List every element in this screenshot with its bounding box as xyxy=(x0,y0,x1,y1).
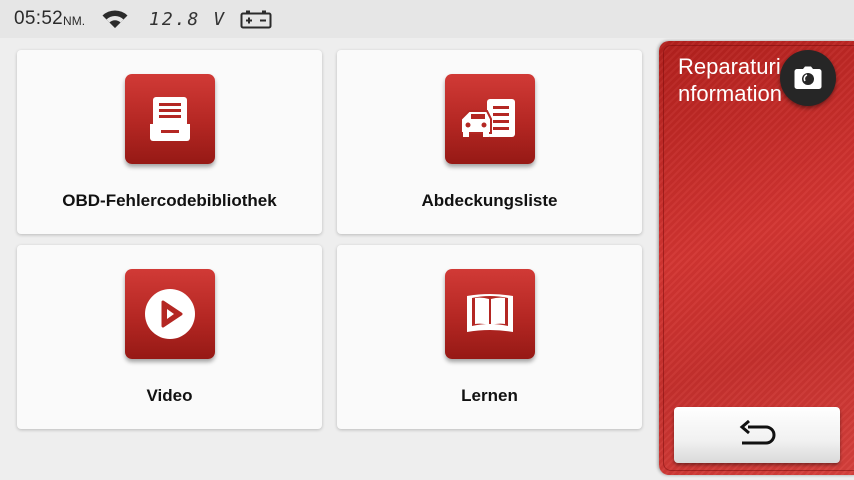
tile-label: OBD-Fehlercodebibliothek xyxy=(62,191,277,210)
status-bar: 05:52 NM. 12.8 V xyxy=(0,0,854,38)
tile-label: Video xyxy=(146,386,193,405)
obd-library-icon xyxy=(124,74,215,164)
tile-learning[interactable]: Lernen xyxy=(337,245,642,429)
book-icon xyxy=(444,269,535,359)
tile-label: Lernen xyxy=(461,386,518,405)
tile-label: Abdeckungsliste xyxy=(421,191,558,210)
battery-icon xyxy=(240,10,272,29)
tile-video[interactable]: Video xyxy=(17,245,322,429)
status-time: 05:52 xyxy=(14,8,64,29)
panel-title: Reparaturinformationen xyxy=(678,54,782,109)
back-button[interactable] xyxy=(674,407,840,463)
camera-button[interactable] xyxy=(780,50,836,106)
camera-icon xyxy=(794,66,822,89)
back-arrow-icon xyxy=(739,420,776,445)
battery-voltage: 12.8 V xyxy=(149,8,227,30)
wifi-icon xyxy=(102,10,128,28)
tile-coverage-list[interactable]: Abdeckungsliste xyxy=(337,50,642,234)
tile-obd-library[interactable]: OBD-Fehlercodebibliothek xyxy=(17,50,322,234)
status-ampm: NM. xyxy=(63,14,86,28)
coverage-list-icon xyxy=(444,74,535,164)
video-play-icon xyxy=(124,269,215,359)
